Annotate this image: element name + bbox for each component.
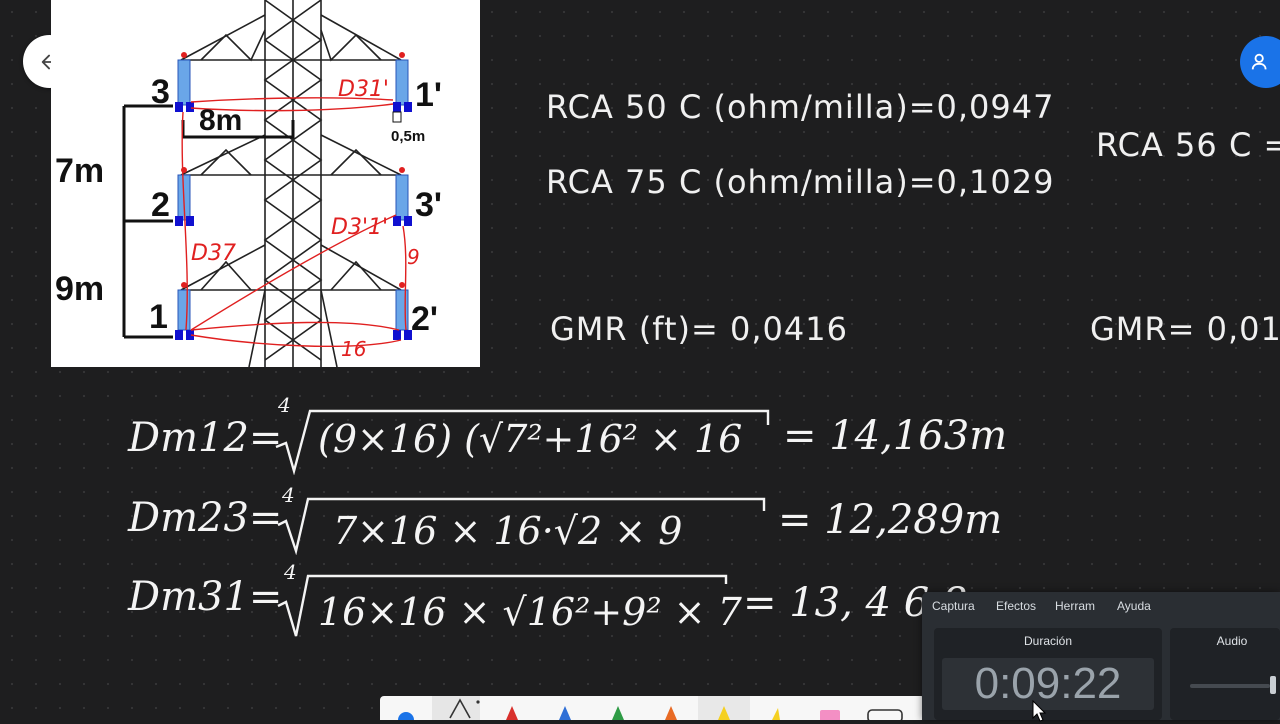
formula-dm31-expr: 16×16 × √16²+9² × 7	[318, 590, 742, 634]
user-add-icon	[1251, 53, 1267, 70]
note-rca50: RCA 50 C (ohm/milla)=0,0947	[546, 88, 1055, 126]
audio-level-slider[interactable]	[1190, 684, 1270, 688]
note-gmr2: GMR= 0,012	[1090, 310, 1280, 348]
circle-tool-icon[interactable]	[398, 712, 414, 720]
duration-box: Duración 0:09:22	[934, 628, 1162, 720]
pink-eraser-icon[interactable]	[820, 710, 840, 720]
duration-value: 0:09:22	[942, 658, 1154, 710]
phase-2p-label: 2'	[411, 300, 438, 338]
phase-3p-label: 3'	[415, 186, 442, 224]
add-user-button[interactable]	[1240, 36, 1280, 88]
duration-label: Duración	[1023, 634, 1073, 648]
note-rca75: RCA 75 C (ohm/milla)=0,1029	[546, 163, 1055, 201]
phase-1-label: 1	[149, 298, 168, 336]
tower-diagram: 3 2 1 1' 3' 2' 7m 9m 8m 0,5m D31' D3'1' …	[51, 0, 480, 367]
phase-2-label: 2	[151, 186, 170, 224]
pen-toolbar	[380, 696, 925, 720]
annotation-d3p1: D3'1'	[331, 215, 388, 240]
phase-3-label: 3	[151, 73, 170, 111]
phase-1p-label: 1'	[415, 76, 442, 114]
formula-dm12: Dm12= 4 (9×16) (√7²+16² × 16 = 14,163m	[128, 393, 1048, 475]
audio-slider-handle[interactable]	[1270, 676, 1276, 694]
blue-pen-icon[interactable]	[559, 706, 571, 720]
distance-7m-label: 7m	[55, 152, 104, 190]
distance-05m-label: 0,5m	[391, 128, 425, 145]
annotation-16: 16	[341, 337, 366, 361]
yellow-marker-icon[interactable]	[772, 708, 780, 720]
audio-label: Audio	[1216, 634, 1248, 648]
distance-8m-label: 8m	[199, 104, 242, 137]
recorder-panel: Captura Efectos Herram Ayuda Duración 0:…	[922, 592, 1280, 722]
menu-ayuda[interactable]: Ayuda	[1117, 599, 1151, 613]
annotation-d37: D37	[191, 241, 236, 266]
menu-efectos[interactable]: Efectos	[996, 599, 1036, 613]
menu-captura[interactable]: Captura	[932, 599, 975, 613]
formula-dm12-expr: (9×16) (√7²+16² × 16	[318, 417, 743, 461]
mouse-cursor-icon	[1032, 700, 1047, 722]
note-rca56: RCA 56 C =(	[1096, 126, 1280, 164]
menu-herram[interactable]: Herram	[1055, 599, 1095, 613]
formula-dm23: Dm23= 4 7×16 × 16·√2 × 9 = 12,289m	[128, 475, 1048, 555]
formula-dm31: Dm31= 4 16×16 × √16²+9² × 7 = 13, 4 6 8m	[128, 560, 1048, 650]
formula-dm23-expr: 7×16 × 16·√2 × 9	[333, 509, 683, 553]
annotation-9: 9	[407, 245, 420, 269]
note-gmr-ft: GMR (ft)= 0,0416	[550, 310, 848, 348]
red-pen-icon[interactable]	[506, 706, 518, 720]
green-pen-icon[interactable]	[612, 706, 624, 720]
shape-tool-icon[interactable]	[867, 709, 903, 720]
audio-box: Audio	[1170, 628, 1280, 720]
formula-dm23-rhs: = 12,289m	[778, 497, 1003, 543]
annotation-d31p: D31'	[338, 77, 389, 102]
distance-9m-label: 9m	[55, 270, 104, 308]
orange-pen-icon[interactable]	[665, 706, 677, 720]
formula-dm12-rhs: = 14,163m	[783, 413, 1008, 459]
